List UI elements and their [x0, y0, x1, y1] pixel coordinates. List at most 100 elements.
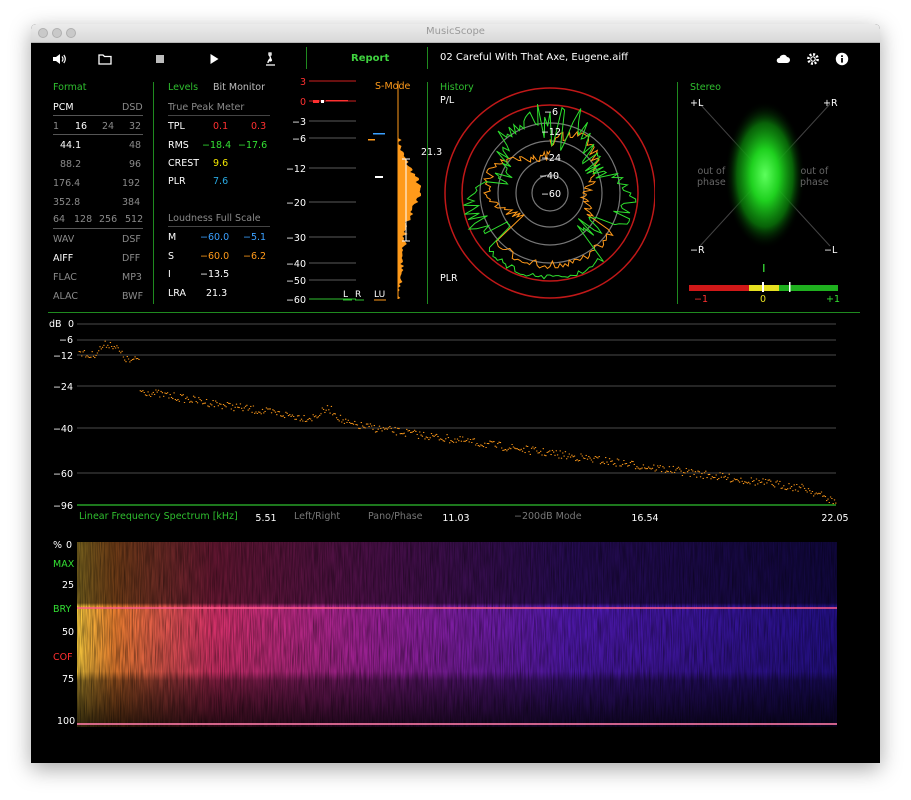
- format-divider: [53, 228, 143, 229]
- meter-tick: −30: [286, 233, 306, 244]
- tab-levels[interactable]: Levels: [168, 82, 198, 93]
- rate-192[interactable]: 192: [122, 178, 140, 189]
- info-icon[interactable]: [834, 51, 850, 67]
- panel-divider: [677, 82, 678, 304]
- dsd-64[interactable]: 64: [53, 214, 65, 225]
- container-bwf[interactable]: BWF: [122, 291, 143, 302]
- bitdepth-32[interactable]: 32: [129, 121, 141, 132]
- bitdepth-16[interactable]: 16: [75, 121, 87, 132]
- report-button[interactable]: Report: [351, 53, 389, 64]
- lra-display-value: 21.3: [421, 147, 443, 158]
- container-dsf[interactable]: DSF: [122, 234, 141, 245]
- stop-icon[interactable]: [152, 51, 168, 67]
- volume-icon[interactable]: [51, 51, 67, 67]
- bitdepth-24[interactable]: 24: [102, 121, 114, 132]
- track-title: 02 Careful With That Axe, Eugene.aiff: [440, 52, 629, 63]
- left-right-toggle[interactable]: Left/Right: [294, 511, 340, 522]
- rate-96[interactable]: 96: [129, 159, 141, 170]
- meter-tick: −40: [286, 259, 306, 270]
- spectrum-xtick: 11.03: [442, 513, 469, 524]
- container-wav[interactable]: WAV: [53, 234, 74, 245]
- format-divider: [53, 134, 143, 135]
- dsd-128[interactable]: 128: [74, 214, 92, 225]
- bitdepth-1[interactable]: 1: [53, 121, 59, 132]
- level-meter: 3 0 −3 −6 −12 −20 −30 −40 −50 −60 L R LU: [286, 78, 421, 306]
- dsd-512[interactable]: 512: [125, 214, 143, 225]
- container-mp3[interactable]: MP3: [122, 272, 142, 283]
- rms-right-value: −17.6: [238, 140, 268, 151]
- history-ring-label: −40: [539, 171, 559, 182]
- rate-352-8[interactable]: 352.8: [53, 197, 80, 208]
- spectrum-ytick: −96: [53, 501, 73, 512]
- peak-hold-marker: [326, 100, 348, 102]
- title-bar[interactable]: MusicScope: [31, 24, 880, 43]
- container-flac[interactable]: FLAC: [53, 272, 77, 283]
- out-of-phase-left: out of phase: [697, 166, 726, 188]
- momentary-marker: [373, 133, 385, 135]
- spectrum-xtick: 22.05: [821, 513, 848, 524]
- spectrogram-cof-label: COF: [53, 652, 73, 663]
- history-ring-label: −12: [541, 127, 561, 138]
- stereo-title: Stereo: [690, 82, 721, 93]
- spectrogram-tick: 0: [66, 540, 73, 551]
- meter-tick: −20: [286, 198, 306, 209]
- crest-label: CREST: [168, 158, 200, 169]
- spectrum-xtick: 16.54: [631, 513, 658, 524]
- correlation-min-label: −1: [694, 294, 709, 305]
- true-peak-title: True Peak Meter: [168, 102, 245, 113]
- spectrogram-band: [77, 723, 837, 725]
- correlation-positive: [779, 285, 838, 291]
- levels-divider: [168, 115, 270, 116]
- meter-tick: −6: [292, 134, 306, 145]
- spectrogram-tick: 50: [62, 627, 75, 638]
- out-of-phase-right: out of phase: [800, 166, 829, 188]
- format-title: Format: [53, 82, 87, 93]
- s-mode-button[interactable]: S-Mode: [375, 81, 410, 92]
- folder-icon[interactable]: [97, 51, 113, 67]
- correlation-marker: [762, 282, 764, 292]
- lra-range-indicator: [402, 158, 410, 242]
- minus-200db-mode-toggle[interactable]: −200dB Mode: [514, 511, 582, 522]
- rms-label: RMS: [168, 140, 189, 151]
- meter-tick: 3: [300, 78, 306, 88]
- tab-bit-monitor[interactable]: Bit Monitor: [213, 82, 265, 93]
- rate-384[interactable]: 384: [122, 197, 140, 208]
- toolbar-divider: [427, 47, 428, 69]
- spectrum-ytick: −24: [53, 382, 73, 393]
- stereo-plus-r: +R: [823, 98, 838, 109]
- format-dsd[interactable]: DSD: [122, 102, 143, 113]
- cloud-icon[interactable]: [775, 51, 791, 67]
- gonio-cloud: [725, 101, 805, 249]
- frequency-spectrum: dB 0 −6 −12 −24 −40 −60 −96 Linear Frequ…: [49, 319, 849, 524]
- container-dff[interactable]: DFF: [122, 253, 140, 264]
- spectrogram-tick: 75: [62, 674, 75, 685]
- correlation-max-label: +1: [826, 294, 841, 305]
- history-radar: −6 −12 −24 −40 −60: [444, 87, 655, 299]
- spectrum-mode-label[interactable]: Linear Frequency Spectrum [kHz]: [79, 511, 238, 522]
- section-divider: [48, 312, 860, 313]
- spectrum-ytick: −12: [53, 351, 73, 362]
- rate-44-1[interactable]: 44.1: [60, 140, 81, 151]
- tpl-right-value: 0.3: [251, 121, 267, 132]
- play-icon[interactable]: [206, 51, 222, 67]
- peak-hold-marker: [321, 100, 324, 103]
- rate-48[interactable]: 48: [129, 140, 141, 151]
- microscope-icon[interactable]: [262, 51, 278, 67]
- meter-left-label: L: [343, 290, 348, 300]
- container-aiff[interactable]: AIFF: [53, 253, 73, 264]
- history-ring-label: −60: [541, 189, 561, 200]
- gear-icon[interactable]: [805, 51, 821, 67]
- app-window: MusicScope Report 02 Careful With That A…: [31, 24, 880, 763]
- stereo-minus-l: −L: [824, 245, 838, 256]
- peak-hold-marker: [313, 100, 319, 103]
- meter-tick: −50: [286, 276, 306, 287]
- m-label: M: [168, 232, 177, 243]
- container-alac[interactable]: ALAC: [53, 291, 78, 302]
- pano-phase-toggle[interactable]: Pano/Phase: [368, 511, 423, 522]
- format-pcm[interactable]: PCM: [53, 102, 74, 113]
- spectrum-ytick: −40: [53, 424, 73, 435]
- rms-left-value: −18.4: [202, 140, 232, 151]
- dsd-256[interactable]: 256: [99, 214, 117, 225]
- rate-176-4[interactable]: 176.4: [53, 178, 80, 189]
- rate-88-2[interactable]: 88.2: [60, 159, 81, 170]
